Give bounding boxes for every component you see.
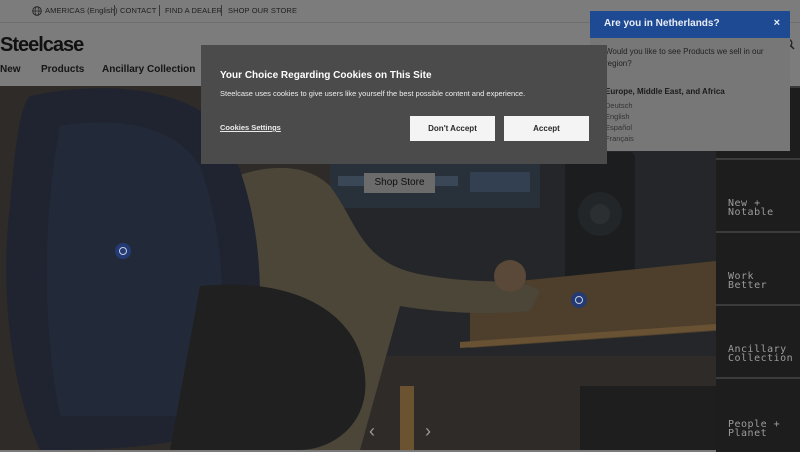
region-popup-header: Are you in Netherlands? × — [590, 11, 790, 38]
divider — [114, 5, 115, 16]
cookie-consent-dialog: Your Choice Regarding Cookies on This Si… — [201, 45, 607, 164]
side-tab-label: New + Notable — [728, 198, 774, 218]
side-tab-label: Work Better — [728, 271, 768, 291]
language-option-english[interactable]: English — [605, 112, 630, 121]
region-name: Europe, Middle East, and Africa — [605, 87, 725, 96]
steelcase-logo[interactable]: Steelcase — [0, 34, 84, 57]
accept-button[interactable]: Accept — [504, 116, 589, 141]
globe-icon — [32, 6, 42, 16]
cookie-dialog-body: Steelcase uses cookies to give users lik… — [220, 89, 526, 98]
region-selector[interactable]: AMERICAS (English) — [45, 6, 118, 15]
divider — [159, 5, 160, 16]
carousel-next-arrow[interactable]: › — [425, 421, 431, 442]
nav-products[interactable]: Products — [41, 64, 84, 75]
region-popup-question: Would you like to see Products we sell i… — [605, 47, 764, 68]
divider — [221, 5, 222, 16]
product-hotspot[interactable] — [115, 243, 131, 259]
side-tab-new-notable[interactable]: New + Notable — [716, 158, 800, 231]
language-option-deutsch[interactable]: Deutsch — [605, 101, 633, 110]
side-tab-label: People + Planet — [728, 419, 781, 439]
region-popup-title: Are you in Netherlands? — [604, 18, 720, 29]
shop-store-button[interactable]: Shop Store — [364, 173, 435, 193]
cookie-dialog-title: Your Choice Regarding Cookies on This Si… — [220, 70, 432, 81]
language-option-espanol[interactable]: Español — [605, 123, 632, 132]
shop-store-link[interactable]: SHOP OUR STORE — [228, 6, 297, 15]
side-tab-work-better[interactable]: Work Better — [716, 231, 800, 304]
dont-accept-button[interactable]: Don't Accept — [410, 116, 495, 141]
side-tab-label: Ancillary Collection — [728, 344, 794, 364]
close-icon[interactable]: × — [774, 17, 780, 29]
side-tab-people-planet[interactable]: People + Planet — [716, 377, 800, 452]
language-option-francais[interactable]: Français — [605, 134, 634, 143]
product-hotspot[interactable] — [571, 292, 587, 308]
nav-new[interactable]: New — [0, 64, 21, 75]
find-dealer-link[interactable]: FIND A DEALER — [165, 6, 222, 15]
cookies-settings-link[interactable]: Cookies Settings — [220, 123, 281, 132]
carousel-prev-arrow[interactable]: ‹ — [369, 421, 375, 442]
side-tab-ancillary-collection[interactable]: Ancillary Collection — [716, 304, 800, 377]
contact-link[interactable]: CONTACT — [120, 6, 156, 15]
region-popup: Are you in Netherlands? × Would you like… — [590, 11, 790, 151]
nav-ancillary-collection[interactable]: Ancillary Collection — [102, 64, 195, 75]
